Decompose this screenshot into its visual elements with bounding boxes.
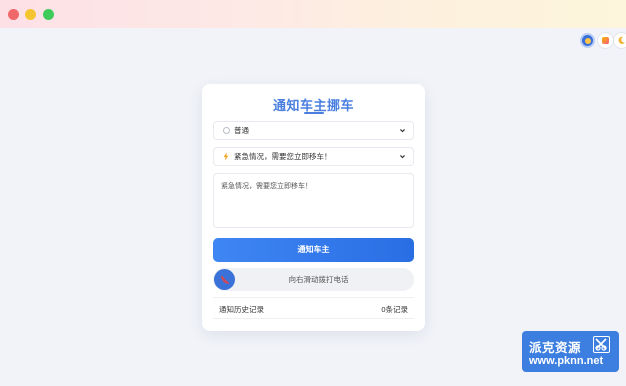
watermark-url: www.pknn.net [529,355,604,367]
window-titlebar [0,0,626,28]
minimize-window-button[interactable] [25,9,36,20]
message-template-value: 紧急情况，需要您立即移车！ [234,152,332,161]
call-slider-label: 向右滑动拨打电话 [288,275,349,284]
watermark-title: 派克资源 [529,341,582,355]
urgency-level-select[interactable]: 普通 [213,121,414,140]
moon-icon[interactable] [614,33,626,48]
auto-theme-icon[interactable] [598,33,613,48]
history-label: 通知历史记录 [219,305,264,314]
title-underline [304,112,324,114]
maximize-window-button[interactable] [43,9,54,20]
lightning-icon [221,152,231,161]
radio-circle-icon [221,127,231,134]
phone-off-icon [220,275,229,284]
urgency-level-value: 普通 [234,126,249,135]
chevron-down-icon [400,129,405,133]
notify-card: 通知车主挪车 普通 紧急情况，需要您立即移车！ 紧急情况，需要您立即移车！ 通知… [202,84,425,331]
message-template-select[interactable]: 紧急情况，需要您立即移车！ [213,147,414,166]
sun-icon[interactable] [580,33,595,48]
notify-owner-button[interactable]: 通知车主 [213,238,414,262]
history-count: 0条记录 [381,305,408,314]
message-textarea[interactable]: 紧急情况，需要您立即移车！ [213,173,414,228]
close-window-button[interactable] [8,9,19,20]
notification-history-row[interactable]: 通知历史记录 0条记录 [213,297,414,319]
call-slider[interactable]: 向右滑动拨打电话 [213,268,414,291]
logo-mark-icon [593,336,610,353]
call-slider-handle[interactable] [214,269,235,290]
chevron-down-icon [400,155,405,159]
site-watermark: 派克资源 www.pknn.net [522,331,619,372]
